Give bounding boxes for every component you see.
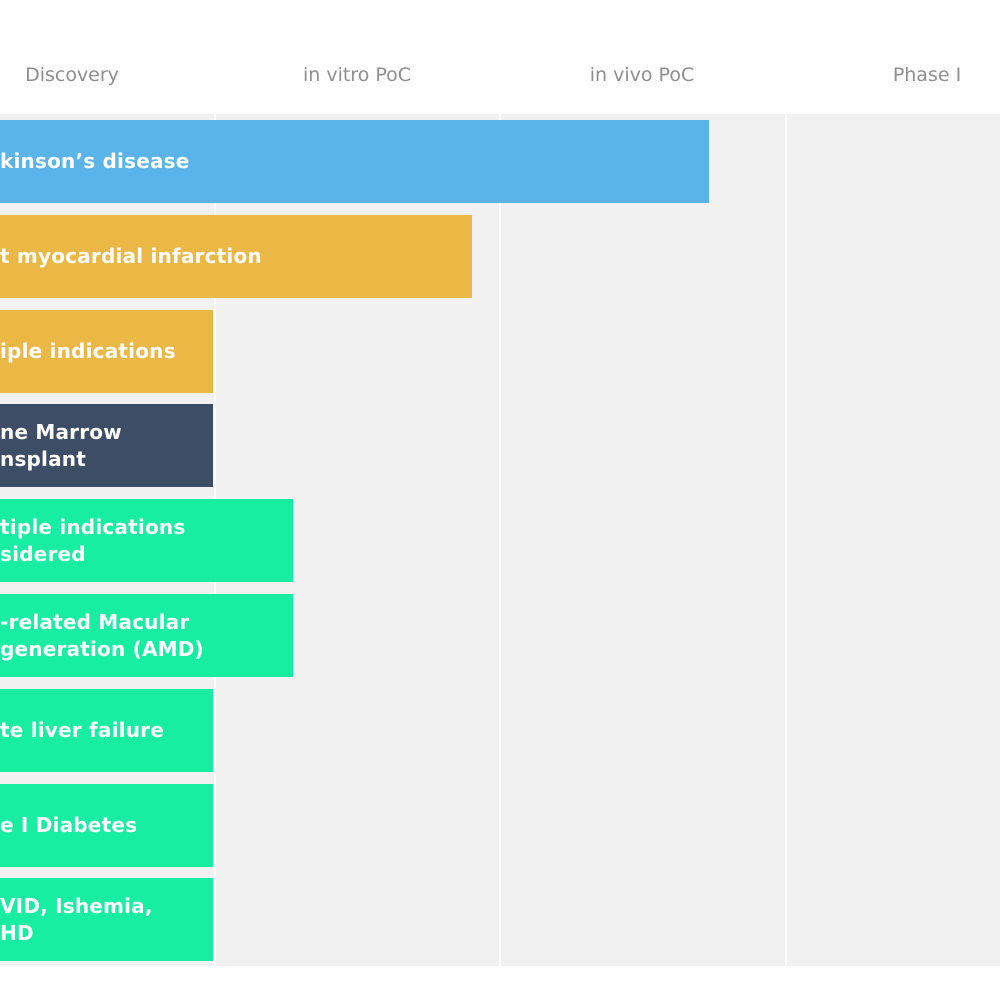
pipeline-bar: -related Macular generation (AMD)	[0, 594, 293, 677]
pipeline-bar: iple indications	[0, 310, 213, 393]
pipeline-bar: ne Marrow nsplant	[0, 404, 213, 487]
stage-column-3	[787, 114, 1000, 966]
bar-label: te liver failure	[0, 718, 165, 742]
bar-label: VID, Ishemia, HD	[0, 893, 153, 945]
stage-header-3: Phase I	[892, 64, 962, 86]
bar-label: kinson’s disease	[0, 149, 190, 173]
bar-label: iple indications	[0, 339, 176, 363]
bar-label: ne Marrow nsplant	[0, 419, 122, 471]
stage-header-1: in vitro PoC	[302, 64, 412, 86]
pipeline-bar: t myocardial infarction	[0, 215, 472, 298]
bar-label: t myocardial infarction	[0, 244, 262, 268]
pipeline-bar: tiple indications sidered	[0, 499, 293, 582]
pipeline-bar: e I Diabetes	[0, 784, 213, 867]
pipeline-bar: kinson’s disease	[0, 120, 709, 203]
bar-label: e I Diabetes	[0, 813, 138, 837]
stage-header-2: in vivo PoC	[589, 64, 695, 86]
pipeline-bar: VID, Ishemia, HD	[0, 878, 213, 961]
bar-label: tiple indications sidered	[0, 514, 186, 566]
stage-column-2	[501, 114, 785, 966]
stage-header-0: Discovery	[25, 64, 119, 86]
pipeline-bar: te liver failure	[0, 689, 213, 772]
bar-label: -related Macular generation (AMD)	[0, 609, 204, 661]
